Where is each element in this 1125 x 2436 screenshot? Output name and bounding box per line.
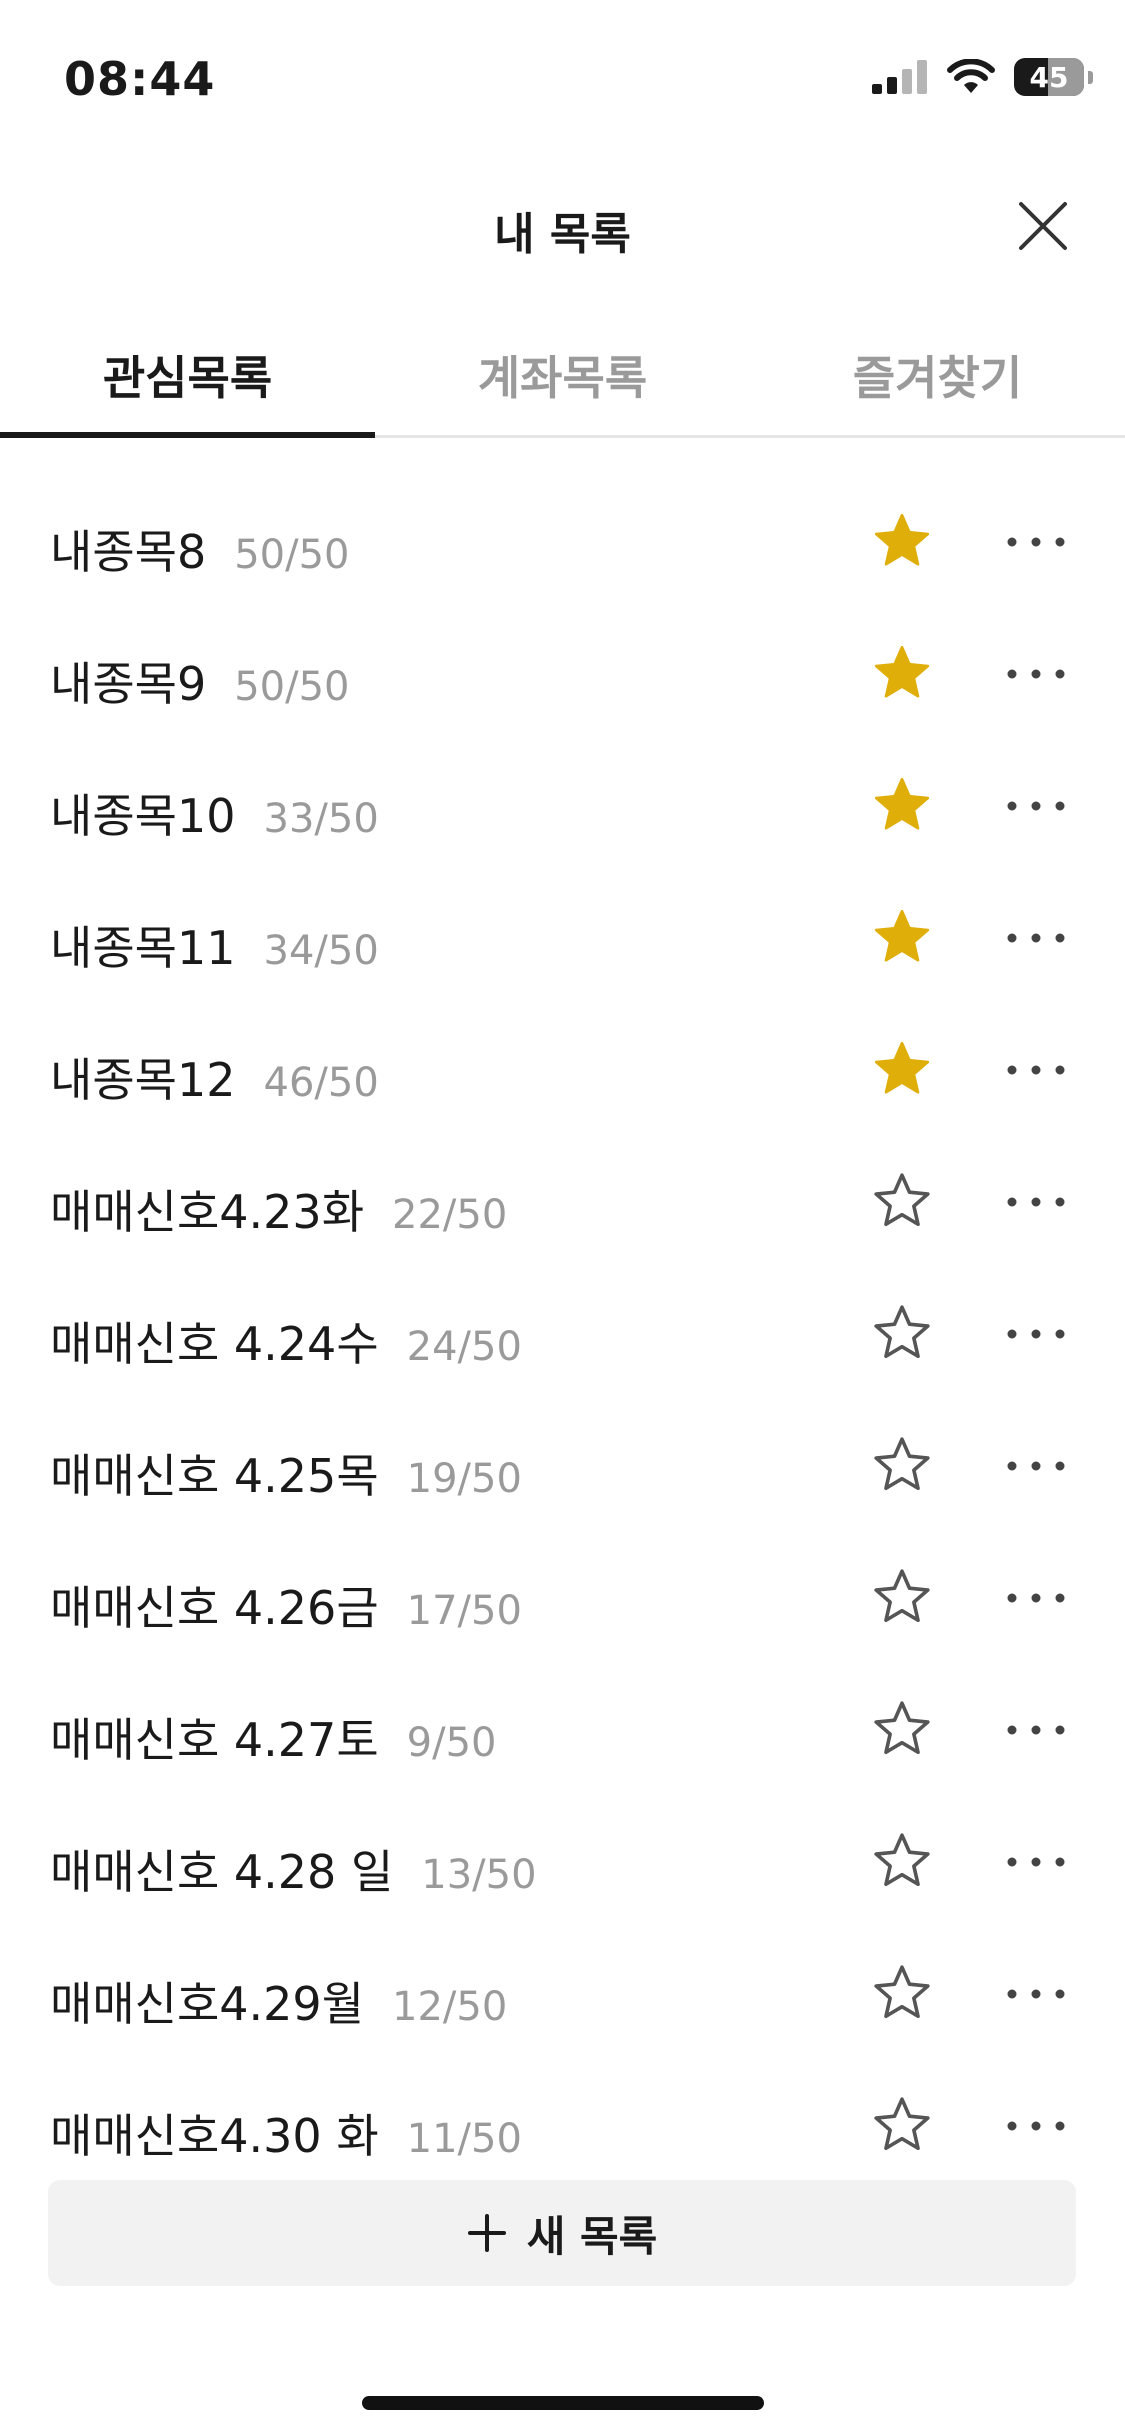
home-indicator[interactable] xyxy=(362,2396,764,2410)
star-outline-icon[interactable] xyxy=(870,1566,934,1628)
status-time: 08:44 xyxy=(64,52,216,106)
star-outline-icon[interactable] xyxy=(870,1302,934,1364)
list-item-count: 50/50 xyxy=(234,532,350,578)
list-item-count: 11/50 xyxy=(406,2116,522,2162)
list-item-name: 내종목9 xyxy=(50,657,207,711)
close-icon[interactable] xyxy=(1015,198,1071,254)
my-list-screen: 08:44 45 내 목록 관심목록 계좌목록 즐겨찾기 내종목8 50/50 … xyxy=(0,0,1125,2436)
list-item[interactable]: 매매신호4.23화 22/50 xyxy=(0,1136,1125,1268)
star-filled-icon[interactable] xyxy=(870,510,934,572)
list-item[interactable]: 매매신호 4.24수 24/50 xyxy=(0,1268,1125,1400)
list-item[interactable]: 내종목8 50/50 xyxy=(0,476,1125,608)
list-item[interactable]: 내종목12 46/50 xyxy=(0,1004,1125,1136)
list-item-name: 매매신호 4.25목 xyxy=(50,1449,379,1503)
list-item-count: 50/50 xyxy=(234,664,350,710)
star-outline-icon[interactable] xyxy=(870,1830,934,1892)
tab-watchlist[interactable]: 관심목록 xyxy=(0,330,375,438)
list-item-count: 12/50 xyxy=(392,1984,508,2030)
list-item[interactable]: 매매신호 4.26금 17/50 xyxy=(0,1532,1125,1664)
more-options-icon[interactable] xyxy=(1006,932,1066,944)
more-options-icon[interactable] xyxy=(1006,1988,1066,2000)
battery-icon: 45 xyxy=(1014,58,1084,96)
more-options-icon[interactable] xyxy=(1006,536,1066,548)
star-outline-icon[interactable] xyxy=(870,1962,934,2024)
more-options-icon[interactable] xyxy=(1006,1064,1066,1076)
new-list-button[interactable]: 새 목록 xyxy=(48,2180,1076,2286)
star-filled-icon[interactable] xyxy=(870,1038,934,1100)
watchlist-list: 내종목8 50/50 내종목9 50/50 내종목10 33/50 내종목11 … xyxy=(0,476,1125,2192)
list-item[interactable]: 매매신호4.29월 12/50 xyxy=(0,1928,1125,2060)
header: 내 목록 xyxy=(0,180,1125,270)
list-item-name: 내종목8 xyxy=(50,525,207,579)
plus-icon xyxy=(467,2214,506,2252)
list-item-count: 13/50 xyxy=(421,1852,537,1898)
status-bar: 08:44 45 xyxy=(0,0,1125,160)
star-filled-icon[interactable] xyxy=(870,642,934,704)
tab-bar: 관심목록 계좌목록 즐겨찾기 xyxy=(0,330,1125,438)
list-item[interactable]: 내종목11 34/50 xyxy=(0,872,1125,1004)
more-options-icon[interactable] xyxy=(1006,2120,1066,2132)
list-item-count: 33/50 xyxy=(263,796,379,842)
list-item-name: 매매신호 4.24수 xyxy=(50,1317,379,1371)
more-options-icon[interactable] xyxy=(1006,1460,1066,1472)
star-outline-icon[interactable] xyxy=(870,1170,934,1232)
list-item-name: 매매신호 4.27토 xyxy=(50,1713,379,1767)
list-item-count: 46/50 xyxy=(263,1060,379,1106)
list-item-name: 매매신호4.23화 xyxy=(50,1185,365,1239)
wifi-icon xyxy=(947,59,995,93)
list-item-count: 19/50 xyxy=(406,1456,522,1502)
tab-favorites[interactable]: 즐겨찾기 xyxy=(750,330,1125,435)
list-item-name: 내종목11 xyxy=(50,921,236,975)
more-options-icon[interactable] xyxy=(1006,1592,1066,1604)
list-item[interactable]: 매매신호 4.27토 9/50 xyxy=(0,1664,1125,1796)
list-item-name: 매매신호4.30 화 xyxy=(50,2109,379,2163)
star-outline-icon[interactable] xyxy=(870,1434,934,1496)
list-item[interactable]: 내종목10 33/50 xyxy=(0,740,1125,872)
tab-accounts[interactable]: 계좌목록 xyxy=(375,330,750,435)
more-options-icon[interactable] xyxy=(1006,668,1066,680)
list-item-count: 34/50 xyxy=(263,928,379,974)
list-item[interactable]: 매매신호 4.28 일 13/50 xyxy=(0,1796,1125,1928)
cellular-signal-icon xyxy=(872,60,927,94)
star-filled-icon[interactable] xyxy=(870,774,934,836)
more-options-icon[interactable] xyxy=(1006,1328,1066,1340)
list-item[interactable]: 매매신호4.30 화 11/50 xyxy=(0,2060,1125,2192)
list-item-count: 22/50 xyxy=(392,1192,508,1238)
more-options-icon[interactable] xyxy=(1006,1724,1066,1736)
new-list-label: 새 목록 xyxy=(526,2211,658,2261)
status-icons: 45 xyxy=(872,58,1093,96)
star-filled-icon[interactable] xyxy=(870,906,934,968)
list-item-name: 내종목12 xyxy=(50,1053,236,1107)
star-outline-icon[interactable] xyxy=(870,1698,934,1760)
more-options-icon[interactable] xyxy=(1006,1196,1066,1208)
page-title: 내 목록 xyxy=(494,209,631,260)
list-item-name: 매매신호 4.28 일 xyxy=(50,1845,394,1899)
list-item-count: 9/50 xyxy=(406,1720,497,1766)
list-item-name: 매매신호4.29월 xyxy=(50,1977,365,2031)
list-item[interactable]: 매매신호 4.25목 19/50 xyxy=(0,1400,1125,1532)
more-options-icon[interactable] xyxy=(1006,800,1066,812)
battery-level: 45 xyxy=(1029,60,1069,94)
list-item-name: 매매신호 4.26금 xyxy=(50,1581,379,1635)
battery-tip xyxy=(1088,70,1093,84)
list-item-name: 내종목10 xyxy=(50,789,236,843)
list-item[interactable]: 내종목9 50/50 xyxy=(0,608,1125,740)
more-options-icon[interactable] xyxy=(1006,1856,1066,1868)
list-item-count: 24/50 xyxy=(406,1324,522,1370)
list-item-count: 17/50 xyxy=(406,1588,522,1634)
star-outline-icon[interactable] xyxy=(870,2094,934,2156)
